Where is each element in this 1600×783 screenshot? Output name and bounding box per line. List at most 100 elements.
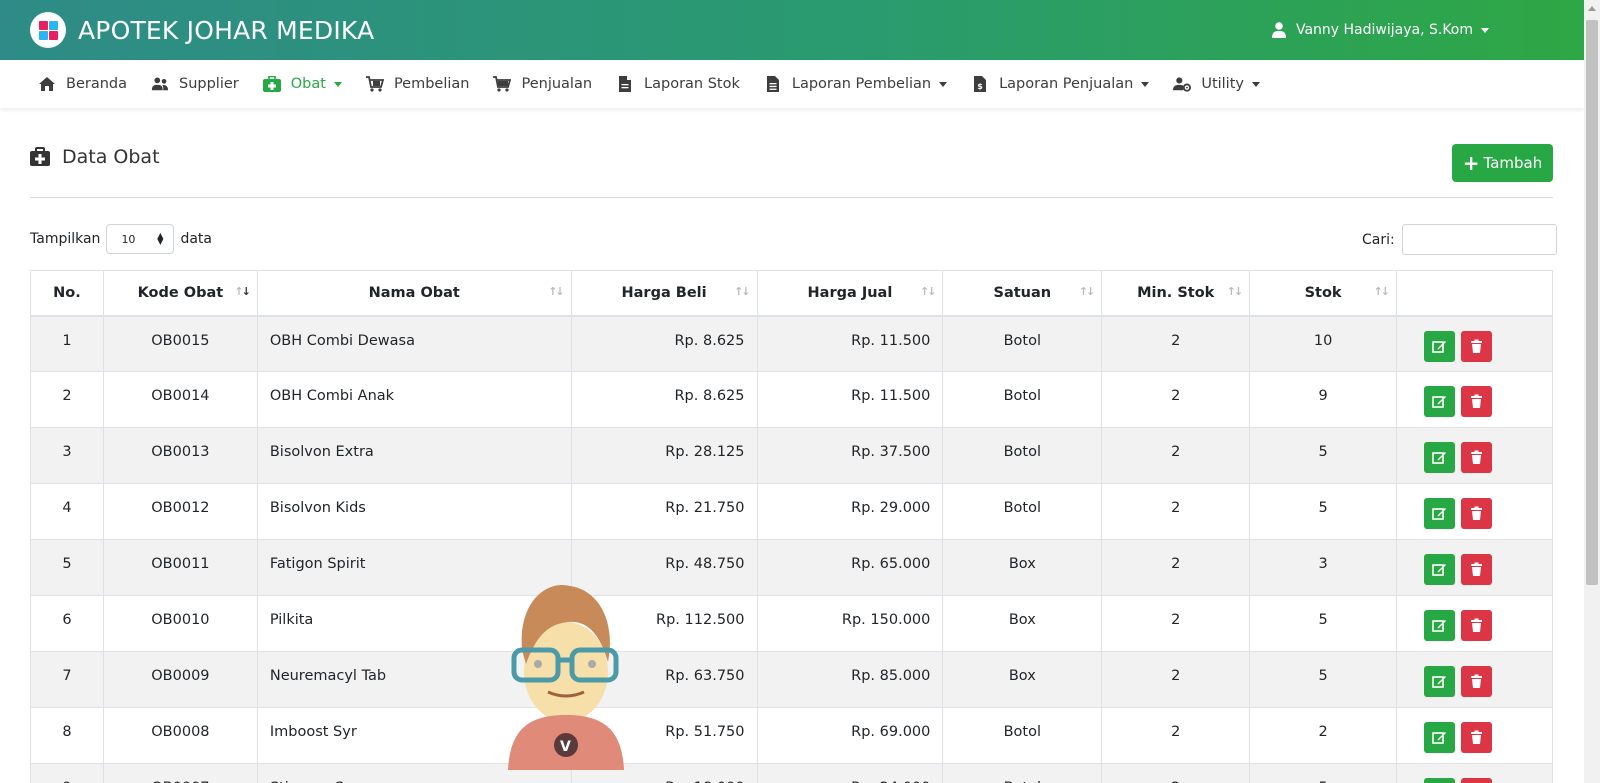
delete-button[interactable] xyxy=(1461,386,1493,417)
chevron-down-icon xyxy=(939,81,948,87)
column-header[interactable]: Satuan ↑↓ xyxy=(942,270,1103,317)
table-cell: Rp. 69.000 xyxy=(756,707,944,764)
app-title[interactable]: APOTEK JOHAR MEDIKA xyxy=(78,16,374,45)
page-scrollbar[interactable] xyxy=(1584,0,1600,783)
page-length-control: Tampilkan 10 ▲ ▼ data xyxy=(30,224,212,254)
table-cell: OB0011 xyxy=(102,539,258,596)
search-input[interactable] xyxy=(1401,224,1557,255)
column-header: No. xyxy=(30,270,104,317)
delete-button[interactable] xyxy=(1461,666,1493,697)
divider xyxy=(30,197,1553,198)
nav-item-label: Obat xyxy=(290,76,326,92)
user-icon xyxy=(1271,22,1286,38)
table-cell: 5 xyxy=(1249,763,1398,783)
table-cell: 5 xyxy=(1249,483,1398,540)
trash-icon xyxy=(1471,394,1483,408)
table-cell: 4 xyxy=(30,483,104,540)
user-menu[interactable]: Vanny Hadiwijaya, S.Kom xyxy=(1271,0,1489,60)
chevron-down-icon xyxy=(333,81,342,87)
delete-button[interactable] xyxy=(1461,498,1493,529)
delete-button[interactable] xyxy=(1461,778,1493,783)
page-length-select[interactable]: 10 ▲ ▼ xyxy=(106,224,175,254)
row-actions xyxy=(1396,595,1553,652)
delete-button[interactable] xyxy=(1461,722,1493,753)
table-cell: 5 xyxy=(1249,651,1398,708)
sort-icon[interactable]: ↑↓ xyxy=(234,285,251,298)
edit-button[interactable] xyxy=(1424,722,1456,753)
sort-icon[interactable]: ↑↓ xyxy=(1079,285,1096,298)
column-header-label: Satuan xyxy=(993,284,1052,301)
sort-icon[interactable]: ↑↓ xyxy=(548,285,565,298)
delete-button[interactable] xyxy=(1461,610,1493,641)
nav-item-utility[interactable]: Utility xyxy=(1173,76,1260,92)
edit-button[interactable] xyxy=(1424,554,1456,585)
table-cell: Rp. 11.500 xyxy=(756,315,944,372)
nav-item-penjualan[interactable]: Penjualan xyxy=(493,76,592,92)
column-header[interactable]: Min. Stok ↑↓ xyxy=(1101,270,1251,317)
table-cell: 2 xyxy=(1101,371,1251,428)
sort-icon[interactable]: ↑↓ xyxy=(1374,285,1391,298)
table-cell: Botol xyxy=(942,763,1103,783)
column-header[interactable]: Harga Jual ↑↓ xyxy=(756,270,944,317)
cart-icon xyxy=(493,76,512,92)
nav-item-laporan-penjualan[interactable]: $ Laporan Penjualan xyxy=(971,76,1150,92)
nav-item-beranda[interactable]: Beranda xyxy=(38,76,127,92)
nav-item-supplier[interactable]: Supplier xyxy=(151,76,239,92)
table-cell: 3 xyxy=(30,427,104,484)
edit-button[interactable] xyxy=(1424,778,1456,783)
column-header[interactable]: Harga Beli ↑↓ xyxy=(570,270,758,317)
table-cell: 2 xyxy=(1101,483,1251,540)
edit-button[interactable] xyxy=(1424,330,1456,362)
edit-button[interactable] xyxy=(1424,442,1456,473)
chevron-down-icon xyxy=(1481,27,1489,33)
table-cell: Rp. 65.000 xyxy=(756,539,944,596)
table-cell: 2 xyxy=(1101,315,1251,372)
table-row: 4 OB0012 Bisolvon Kids Rp. 21.750 Rp. 29.000… xyxy=(30,483,1553,540)
edit-button[interactable] xyxy=(1424,610,1456,641)
app-logo[interactable] xyxy=(30,12,66,48)
scroll-up-icon[interactable] xyxy=(1588,6,1596,11)
table-search: Cari: xyxy=(1362,224,1557,255)
nav-item-label: Laporan Pembelian xyxy=(791,76,932,92)
delete-button[interactable] xyxy=(1461,554,1493,585)
column-header-label: Harga Jual xyxy=(807,284,893,301)
trash-icon xyxy=(1471,562,1483,576)
table-cell: 5 xyxy=(30,539,104,596)
nav-item-laporan-pembelian[interactable]: Laporan Pembelian xyxy=(764,76,948,92)
table-cell: OB0009 xyxy=(102,651,258,708)
file-alt-icon xyxy=(764,76,782,92)
nav-item-laporan-stok[interactable]: Laporan Stok xyxy=(616,76,740,92)
file-invoice-icon: $ xyxy=(971,76,989,92)
delete-button[interactable] xyxy=(1461,442,1493,473)
nav-item-obat[interactable]: Obat xyxy=(262,76,342,92)
edit-button[interactable] xyxy=(1424,498,1456,529)
table-cell: OBH Combi Anak xyxy=(256,371,572,428)
nav-item-pembelian[interactable]: Pembelian xyxy=(365,76,469,92)
edit-button[interactable] xyxy=(1424,386,1456,417)
table-cell: 7 xyxy=(30,651,104,708)
column-header-label: Nama Obat xyxy=(368,284,460,301)
scrollbar-thumb[interactable] xyxy=(1586,20,1598,585)
sort-icon[interactable]: ↑↓ xyxy=(1227,285,1244,298)
svg-text:$: $ xyxy=(977,82,983,91)
trash-icon xyxy=(1471,506,1483,520)
table-cell: Box xyxy=(942,651,1103,708)
column-header[interactable]: Nama Obat ↑↓ xyxy=(256,270,572,317)
cart-plus-icon xyxy=(365,76,384,92)
edit-icon xyxy=(1432,620,1447,632)
trash-icon xyxy=(1471,339,1483,353)
sort-icon[interactable]: ↑↓ xyxy=(734,285,751,298)
column-header[interactable]: Kode Obat ↑↓ xyxy=(102,270,258,317)
add-button[interactable]: + Tambah xyxy=(1452,144,1553,182)
edit-button[interactable] xyxy=(1424,666,1456,697)
column-header[interactable]: Stok ↑↓ xyxy=(1249,270,1398,317)
row-actions xyxy=(1396,763,1553,783)
delete-button[interactable] xyxy=(1461,330,1493,362)
nav-item-label: Beranda xyxy=(66,76,127,92)
column-header xyxy=(1396,270,1553,317)
sort-icon[interactable]: ↑↓ xyxy=(920,285,937,298)
users-icon xyxy=(151,76,169,92)
nav-item-label: Utility xyxy=(1201,76,1244,92)
column-header-label: Stok xyxy=(1304,284,1342,301)
medkit-icon xyxy=(262,76,281,92)
